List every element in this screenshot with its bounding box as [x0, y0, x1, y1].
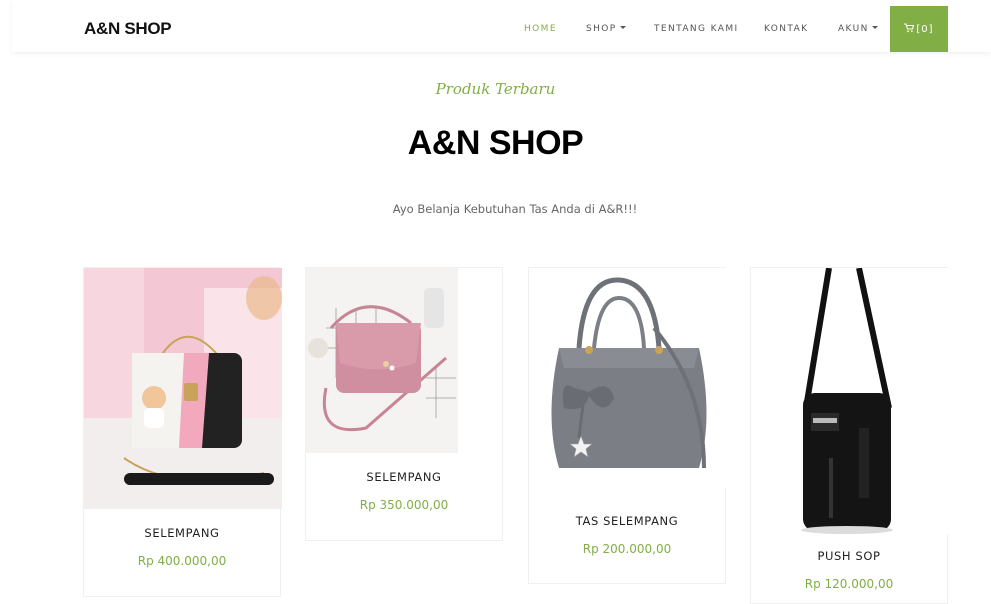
- section-heading: A&N SHOP: [407, 124, 584, 162]
- product-image[interactable]: [529, 268, 727, 488]
- caret-down-icon: [619, 26, 626, 29]
- product-image[interactable]: [84, 268, 282, 509]
- section-tagline: Ayo Belanja Kebutuhan Tas Anda di A&R!!!: [392, 202, 638, 216]
- nav-tentang-kami-label: TENTANG KAMI: [654, 24, 739, 34]
- caret-down-icon: [871, 26, 878, 29]
- product-image[interactable]: [306, 268, 458, 453]
- product-card[interactable]: PUSH SOP Rp 120.000,00: [750, 267, 949, 604]
- nav-tentang-kami[interactable]: TENTANG KAMI: [654, 24, 739, 34]
- product-price: Rp 200.000,00: [582, 542, 672, 556]
- navbar: A&N SHOP HOME SHOP TENTANG KAMI KONTAK A…: [12, 0, 991, 52]
- product-price: Rp 350.000,00: [359, 498, 449, 512]
- nav-home-label: HOME: [524, 24, 557, 34]
- cart-icon: [904, 22, 915, 36]
- nav-kontak-label: KONTAK: [764, 24, 809, 34]
- product-card[interactable]: TAS SELEMPANG Rp 200.000,00: [528, 267, 727, 584]
- brand-logo[interactable]: A&N SHOP: [84, 19, 172, 39]
- section-subheading: Produk Terbaru: [435, 80, 556, 98]
- product-price: Rp 400.000,00: [137, 554, 227, 568]
- product-card[interactable]: SELEMPANG Rp 350.000,00: [305, 267, 503, 541]
- nav-home[interactable]: HOME: [524, 24, 557, 34]
- product-price: Rp 120.000,00: [804, 577, 894, 591]
- product-name[interactable]: PUSH SOP: [751, 549, 947, 563]
- nav-kontak[interactable]: KONTAK: [764, 24, 808, 34]
- nav-akun[interactable]: AKUN: [838, 24, 878, 34]
- nav-shop-label: SHOP: [586, 24, 617, 34]
- product-image[interactable]: [751, 268, 949, 534]
- product-card[interactable]: SELEMPANG Rp 400.000,00: [83, 267, 282, 597]
- cart-count: [0]: [916, 23, 934, 35]
- product-name[interactable]: SELEMPANG: [84, 526, 280, 540]
- cart-button[interactable]: [0]: [890, 6, 948, 52]
- nav-akun-label: AKUN: [838, 24, 869, 34]
- nav-shop[interactable]: SHOP: [586, 24, 626, 34]
- product-name[interactable]: SELEMPANG: [306, 470, 502, 484]
- product-name[interactable]: TAS SELEMPANG: [529, 514, 725, 528]
